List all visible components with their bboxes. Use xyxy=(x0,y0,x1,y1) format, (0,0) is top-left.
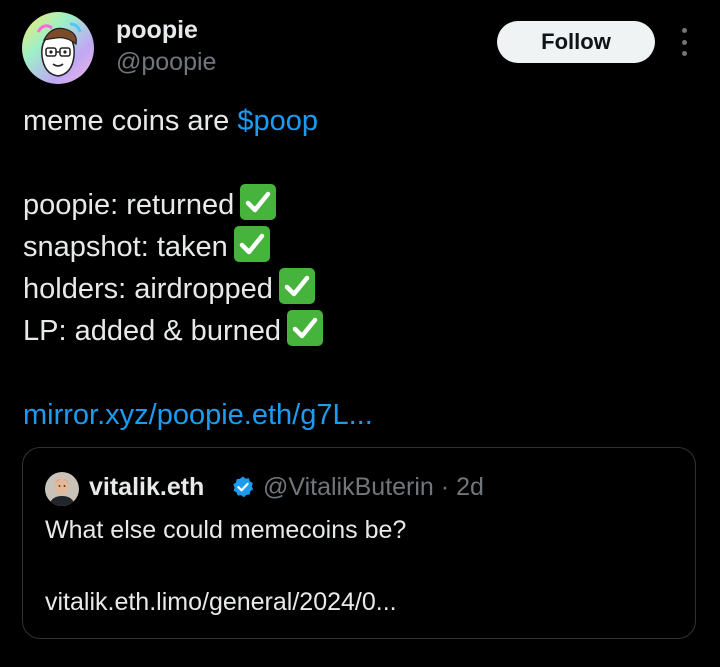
tweet-text: meme coins are $poop poopie: returned sn… xyxy=(23,100,703,436)
cashtag-link[interactable]: $poop xyxy=(237,105,318,137)
check-mark-icon xyxy=(286,310,323,346)
quote-text: What else could memecoins be? vitalik.et… xyxy=(45,512,675,620)
checklist-item: LP: added & burned xyxy=(23,310,703,352)
verified-badge-icon xyxy=(231,475,255,499)
author-avatar[interactable] xyxy=(22,12,94,84)
author-handle[interactable]: @poopie xyxy=(116,47,216,77)
quoted-tweet-card[interactable]: vitalik.eth @VitalikButerin · 2d What el… xyxy=(22,447,696,639)
checklist-item: snapshot: taken xyxy=(23,226,703,268)
tweet-link[interactable]: mirror.xyz/poopie.eth/g7L... xyxy=(23,399,373,431)
more-options-icon[interactable] xyxy=(672,28,696,56)
checklist-item-text: holders: airdropped xyxy=(23,273,273,305)
poopie-avatar-icon xyxy=(22,12,94,84)
checklist-item-text: poopie: returned xyxy=(23,189,235,221)
check-mark-icon xyxy=(233,226,270,262)
quote-text-line: What else could memecoins be? xyxy=(45,516,407,544)
quote-author-avatar[interactable] xyxy=(45,472,79,506)
dot xyxy=(681,39,687,45)
vitalik-avatar-icon xyxy=(45,472,79,506)
quote-author-display-name[interactable]: vitalik.eth xyxy=(89,471,204,503)
check-mark-icon xyxy=(240,184,277,220)
dot xyxy=(681,28,687,33)
check-mark-icon xyxy=(278,268,315,304)
meta-separator: · xyxy=(440,473,450,501)
tweet-intro-line: meme coins are $poop xyxy=(23,100,703,142)
quote-link[interactable]: vitalik.eth.limo/general/2024/0... xyxy=(45,584,675,620)
checklist-item-text: snapshot: taken xyxy=(23,231,228,263)
tweet-intro-text: meme coins are xyxy=(23,105,238,137)
checklist-item: poopie: returned xyxy=(23,184,703,226)
quote-author-meta: @VitalikButerin · 2d xyxy=(263,471,484,503)
author-display-name[interactable]: poopie xyxy=(116,15,198,45)
tweet-link-line: mirror.xyz/poopie.eth/g7L... xyxy=(23,394,703,436)
checklist-item: holders: airdropped xyxy=(23,268,703,310)
dot xyxy=(681,51,687,56)
follow-button[interactable]: Follow xyxy=(497,21,655,63)
quote-timestamp[interactable]: 2d xyxy=(456,473,484,501)
quote-author-handle[interactable]: @VitalikButerin xyxy=(263,473,434,501)
checklist-item-text: LP: added & burned xyxy=(23,315,281,347)
